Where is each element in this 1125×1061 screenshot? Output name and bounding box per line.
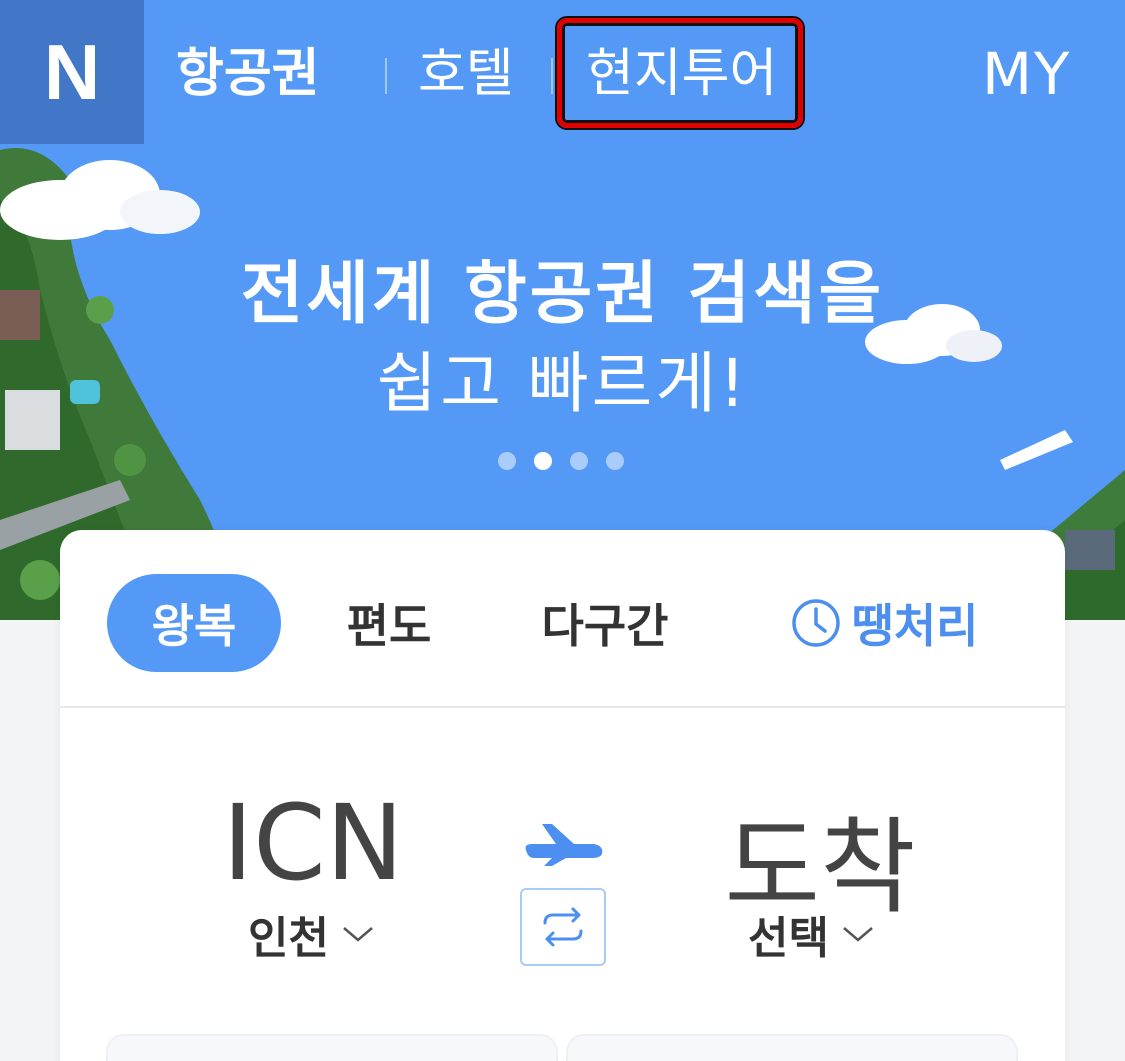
tab-label: 땡처리 bbox=[851, 599, 979, 653]
swap-route-button[interactable] bbox=[520, 888, 606, 966]
return-date-field[interactable] bbox=[566, 1034, 1018, 1061]
destination-name: 선택 bbox=[748, 913, 829, 964]
carousel-dot[interactable] bbox=[606, 452, 624, 470]
logo-letter: N bbox=[43, 27, 101, 116]
carousel-dot[interactable] bbox=[570, 452, 588, 470]
tab-one-way[interactable]: 편도 bbox=[314, 574, 464, 672]
flight-search-card: 왕복 편도 다구간 땡처리 ICN 인천 도착 선택 bbox=[60, 530, 1065, 1061]
departure-date-field[interactable] bbox=[106, 1034, 558, 1061]
carousel-indicator bbox=[498, 452, 624, 470]
carousel-dot-active[interactable] bbox=[534, 452, 552, 470]
tab-label: 왕복 bbox=[151, 599, 237, 653]
hero-banner: N 항공권 호텔 현지투어 MY 전세계 항공권 검색을 쉽고 빠르게! bbox=[0, 0, 1125, 620]
highlight-box bbox=[557, 18, 803, 128]
nav-my[interactable]: MY bbox=[982, 38, 1071, 110]
origin-name: 인천 bbox=[248, 913, 329, 964]
tab-label: 다구간 bbox=[541, 599, 669, 653]
destination-selector[interactable]: 선택 bbox=[748, 902, 875, 966]
banner-subtitle: 쉽고 빠르게! bbox=[376, 345, 749, 422]
tab-last-minute[interactable]: 땡처리 bbox=[774, 574, 994, 672]
nav-separator bbox=[385, 58, 387, 94]
origin-selector[interactable]: 인천 bbox=[248, 902, 375, 966]
chevron-down-icon bbox=[843, 927, 873, 942]
nav-separator bbox=[551, 58, 553, 94]
tab-label: 편도 bbox=[346, 599, 432, 653]
nav-flights[interactable]: 항공권 bbox=[176, 38, 320, 110]
swap-icon bbox=[543, 907, 583, 947]
chevron-down-icon bbox=[343, 927, 373, 942]
clock-icon bbox=[791, 599, 840, 647]
airplane-icon bbox=[525, 824, 603, 866]
naver-logo[interactable]: N bbox=[0, 0, 144, 144]
banner-title: 전세계 항공권 검색을 bbox=[240, 255, 885, 334]
tab-round-trip[interactable]: 왕복 bbox=[107, 574, 281, 672]
nav-hotel[interactable]: 호텔 bbox=[418, 38, 514, 110]
origin-code[interactable]: ICN bbox=[168, 782, 458, 904]
carousel-dot[interactable] bbox=[498, 452, 516, 470]
divider bbox=[60, 706, 1065, 708]
tab-multi-city[interactable]: 다구간 bbox=[520, 574, 690, 672]
cloud-left bbox=[0, 160, 200, 240]
